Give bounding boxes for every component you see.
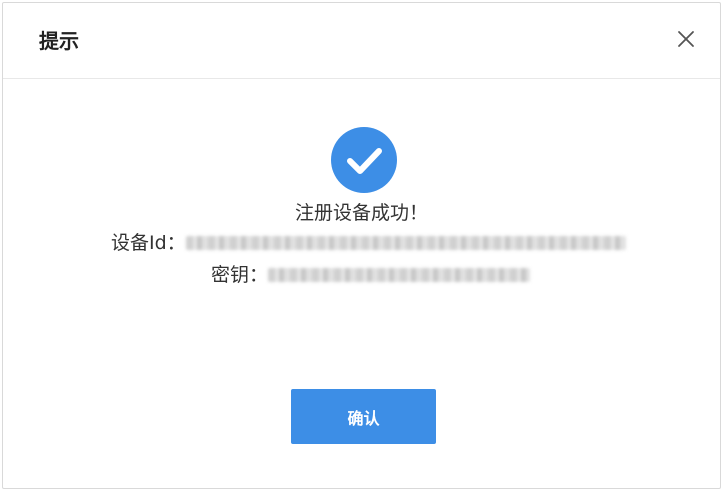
dialog-title: 提示 bbox=[39, 29, 79, 53]
device-id-value-redacted bbox=[185, 235, 626, 250]
secret-row: 密钥： bbox=[211, 261, 531, 289]
close-icon[interactable] bbox=[676, 29, 696, 49]
secret-label: 密钥： bbox=[211, 264, 269, 286]
device-id-label: 设备Id： bbox=[111, 232, 186, 254]
check-circle-icon bbox=[331, 127, 397, 193]
dialog-header: 提示 bbox=[3, 3, 720, 79]
secret-value-redacted bbox=[268, 267, 531, 282]
confirm-button[interactable]: 确认 bbox=[291, 389, 436, 444]
device-id-row: 设备Id： bbox=[111, 229, 626, 257]
success-message: 注册设备成功！ bbox=[294, 202, 428, 224]
register-success-dialog: 提示 注册设备成功！ 设备Id： 密钥： 确认 bbox=[2, 2, 721, 489]
dialog-body: 注册设备成功！ 设备Id： 密钥： 确认 bbox=[3, 79, 720, 489]
